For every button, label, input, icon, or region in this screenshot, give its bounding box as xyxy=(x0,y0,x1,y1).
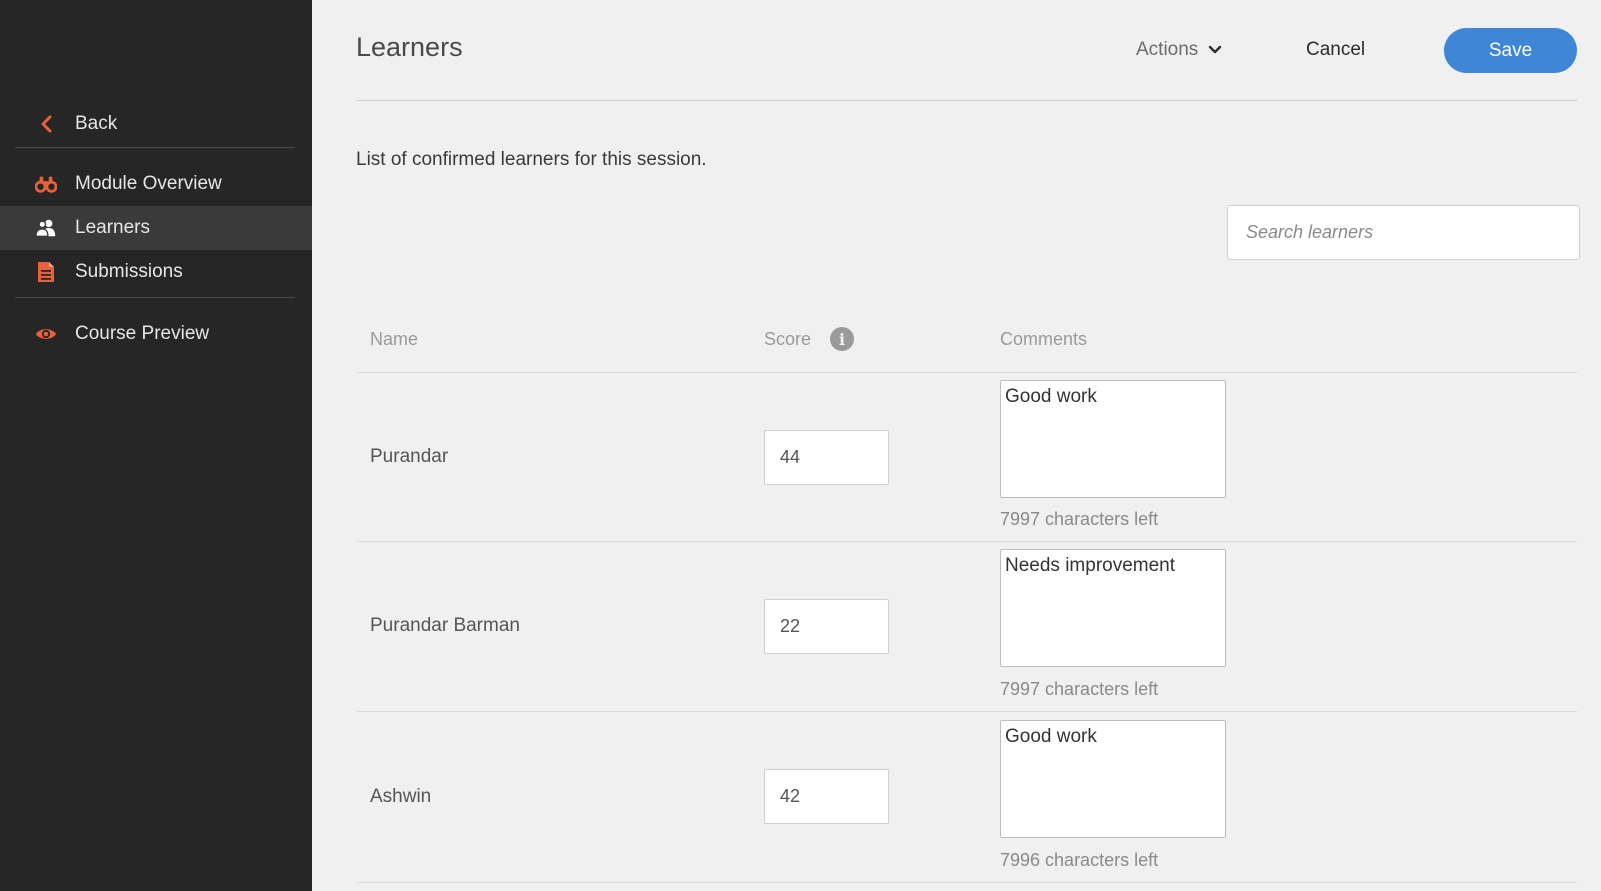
learner-name: Ashwin xyxy=(370,786,432,807)
back-link[interactable]: Back xyxy=(0,102,312,146)
page-title: Learners xyxy=(356,32,463,62)
sidebar-item-submissions[interactable]: Submissions xyxy=(0,250,312,294)
info-icon[interactable]: i xyxy=(830,327,854,351)
page-description: List of confirmed learners for this sess… xyxy=(356,149,707,170)
sidebar-item-label: Submissions xyxy=(75,261,183,282)
sidebar-item-label: Learners xyxy=(75,217,150,238)
row-divider xyxy=(356,541,1577,542)
score-input[interactable] xyxy=(764,769,889,824)
actions-label: Actions xyxy=(1136,39,1199,60)
column-header-score: Score xyxy=(764,329,812,349)
score-input[interactable] xyxy=(764,430,889,485)
sidebar-item-course-preview[interactable]: Course Preview xyxy=(0,312,312,356)
header-divider xyxy=(356,100,1577,101)
characters-left: 7997 characters left xyxy=(1000,679,1159,699)
chevron-left-icon xyxy=(35,113,57,135)
document-icon xyxy=(35,261,57,283)
row-divider xyxy=(356,882,1577,883)
column-header-comments: Comments xyxy=(1000,329,1088,349)
sidebar: Back Module Overview Learners Submission… xyxy=(0,0,312,891)
row-divider xyxy=(356,711,1577,712)
comment-textarea[interactable]: Needs improvement xyxy=(1000,549,1226,667)
column-header-name: Name xyxy=(370,329,419,349)
characters-left: 7997 characters left xyxy=(1000,509,1159,529)
comment-textarea[interactable]: Good work xyxy=(1000,380,1226,498)
characters-left: 7996 characters left xyxy=(1000,850,1159,870)
chevron-down-icon xyxy=(1208,39,1222,61)
sidebar-item-module-overview[interactable]: Module Overview xyxy=(0,162,312,206)
actions-dropdown[interactable]: Actions xyxy=(1136,39,1222,61)
eye-icon xyxy=(35,323,57,345)
sidebar-item-label: Module Overview xyxy=(75,173,222,194)
app-window: Back Module Overview Learners Submission… xyxy=(0,0,1601,891)
users-icon xyxy=(35,217,57,239)
sidebar-item-label: Course Preview xyxy=(75,323,210,344)
main-content: Learners Actions Cancel Save List of con… xyxy=(312,0,1601,891)
sidebar-item-learners[interactable]: Learners xyxy=(0,206,312,250)
back-label: Back xyxy=(75,113,118,134)
row-divider xyxy=(356,372,1577,373)
comment-textarea[interactable]: Good work xyxy=(1000,720,1226,838)
search-input[interactable] xyxy=(1227,205,1580,260)
binoculars-icon xyxy=(35,173,57,195)
nav-divider xyxy=(15,147,295,148)
save-button[interactable]: Save xyxy=(1444,28,1577,73)
learner-name: Purandar Barman xyxy=(370,615,520,636)
nav-divider xyxy=(15,297,295,298)
cancel-button[interactable]: Cancel xyxy=(1306,39,1365,61)
learner-name: Purandar xyxy=(370,446,449,467)
score-input[interactable] xyxy=(764,599,889,654)
